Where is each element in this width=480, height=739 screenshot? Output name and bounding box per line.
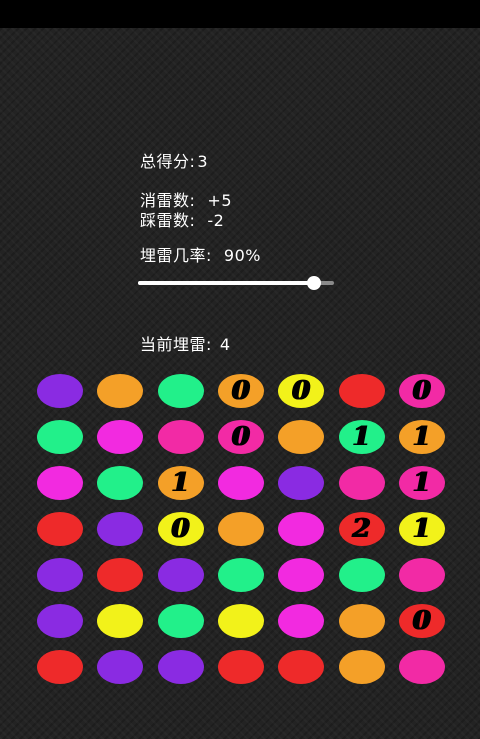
board-cell[interactable] xyxy=(97,466,144,500)
board-cell[interactable] xyxy=(278,558,325,592)
mine-rate-label: 埋雷几率: xyxy=(140,246,212,265)
mine-rate-slider[interactable] xyxy=(138,274,334,292)
status-bar xyxy=(0,0,480,28)
slider-fill xyxy=(138,281,315,285)
current-mines-line: 当前埋雷: 4 xyxy=(140,335,231,355)
board-cell[interactable] xyxy=(338,466,385,500)
board-cell[interactable] xyxy=(157,420,204,454)
board-cell[interactable]: 1 xyxy=(398,466,445,500)
board-cell[interactable] xyxy=(217,466,264,500)
board-cell[interactable] xyxy=(37,512,83,546)
cleared-value: +5 xyxy=(207,191,232,210)
cell-number: 0 xyxy=(292,376,311,406)
cell-number: 1 xyxy=(352,422,371,452)
cleared-label: 消雷数: xyxy=(140,191,196,210)
cell-number: 0 xyxy=(231,376,250,406)
stepped-line: 踩雷数: -2 xyxy=(140,211,224,231)
board-cell[interactable]: 2 xyxy=(338,512,385,546)
board-cell[interactable]: 0 xyxy=(398,374,445,408)
board-cell[interactable] xyxy=(97,512,144,546)
cell-number: 0 xyxy=(412,606,431,636)
mine-rate-value: 90% xyxy=(223,246,261,265)
cell-number: 0 xyxy=(171,514,190,544)
cell-number: 1 xyxy=(171,468,190,498)
board-cell[interactable]: 0 xyxy=(217,374,264,408)
board-cell[interactable] xyxy=(338,558,385,592)
cell-number: 0 xyxy=(412,376,431,406)
slider-thumb[interactable] xyxy=(307,276,322,290)
current-mines-label: 当前埋雷: xyxy=(140,335,212,354)
board-cell[interactable]: 0 xyxy=(278,374,325,408)
stepped-label: 踩雷数: xyxy=(140,211,196,230)
board-cell[interactable] xyxy=(278,512,325,546)
board-cell[interactable] xyxy=(398,558,445,592)
board-cell[interactable]: 1 xyxy=(398,512,445,546)
board-cell[interactable]: 1 xyxy=(398,420,445,454)
board-cell[interactable] xyxy=(37,374,83,408)
board-cell[interactable] xyxy=(278,466,325,500)
board-cell[interactable] xyxy=(37,650,83,684)
current-mines-value: 4 xyxy=(219,335,231,354)
board-cell[interactable] xyxy=(398,650,445,684)
stepped-value: -2 xyxy=(207,211,225,230)
board-cell[interactable] xyxy=(217,604,264,638)
board-cell[interactable] xyxy=(97,604,144,638)
board-cell[interactable] xyxy=(37,604,83,638)
board-cell[interactable] xyxy=(97,558,144,592)
cell-number: 1 xyxy=(412,422,431,452)
board-cell[interactable] xyxy=(338,650,385,684)
board-cell[interactable] xyxy=(97,374,144,408)
board-cell[interactable] xyxy=(37,420,83,454)
board-cell[interactable] xyxy=(37,558,83,592)
board-cell[interactable]: 0 xyxy=(157,512,204,546)
score-line: 总得分: 3 xyxy=(140,152,208,172)
cell-number: 1 xyxy=(412,468,431,498)
board-cell[interactable] xyxy=(97,420,144,454)
board-cell[interactable] xyxy=(217,558,264,592)
board-cell[interactable] xyxy=(157,604,204,638)
board-cell[interactable] xyxy=(338,604,385,638)
board-cell[interactable] xyxy=(278,650,325,684)
board-cell[interactable] xyxy=(278,604,325,638)
board-cell[interactable]: 1 xyxy=(157,466,204,500)
cell-number: 2 xyxy=(352,514,371,544)
cell-number: 0 xyxy=(231,422,250,452)
board-cell[interactable] xyxy=(157,650,204,684)
board-cell[interactable]: 1 xyxy=(338,420,385,454)
score-value: 3 xyxy=(197,152,209,171)
mine-rate-line: 埋雷几率: 90% xyxy=(140,246,261,266)
board-cell[interactable] xyxy=(217,650,264,684)
board-cell[interactable] xyxy=(217,512,264,546)
board-cell[interactable] xyxy=(157,374,204,408)
board-cell[interactable] xyxy=(37,466,83,500)
game-board: 0 0 0 0 1 1 1 1 0 2 1 0 xyxy=(37,374,445,692)
board-cell[interactable]: 0 xyxy=(398,604,445,638)
board-cell[interactable] xyxy=(338,374,385,408)
cleared-line: 消雷数: +5 xyxy=(140,191,232,211)
cell-number: 1 xyxy=(412,514,431,544)
board-cell[interactable] xyxy=(278,420,325,454)
board-cell[interactable] xyxy=(97,650,144,684)
board-cell[interactable]: 0 xyxy=(217,420,264,454)
score-label: 总得分: xyxy=(140,152,196,171)
board-cell[interactable] xyxy=(157,558,204,592)
